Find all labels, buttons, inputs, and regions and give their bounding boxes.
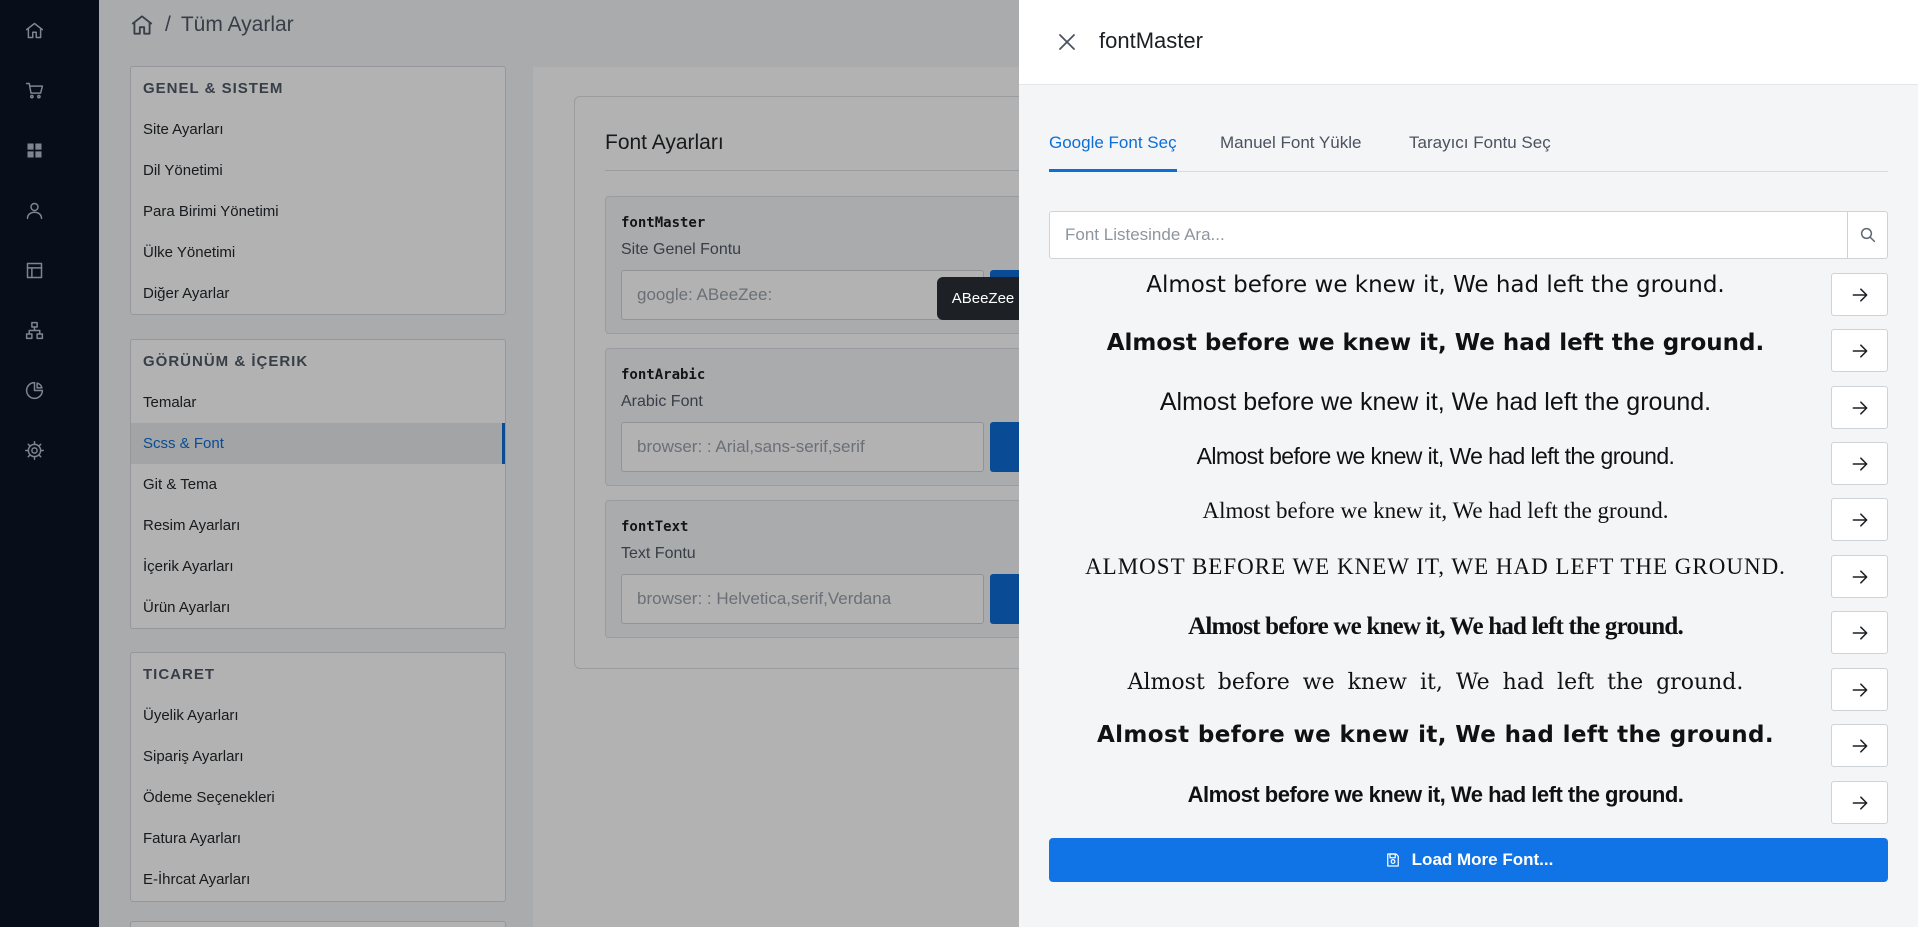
drawer-header: fontMaster <box>1019 0 1918 85</box>
close-icon[interactable] <box>1055 30 1079 54</box>
font-sample-3[interactable]: Almost before we knew it, We had left th… <box>1049 388 1822 417</box>
font-sample-4[interactable]: Almost before we knew it, We had left th… <box>1049 443 1822 470</box>
arrow-right-icon[interactable] <box>1831 555 1888 598</box>
font-name-tooltip: ABeeZee <box>937 277 1036 320</box>
load-more-button[interactable]: Load More Font... <box>1049 838 1888 882</box>
font-sample-8[interactable]: Almost before we knew it, We had left th… <box>1049 670 1822 695</box>
font-sample-6[interactable]: Almost before we knew it, We had left th… <box>1049 554 1822 580</box>
load-more-label: Load More Font... <box>1411 850 1554 869</box>
tab-google-font[interactable]: Google Font Seç <box>1049 133 1177 172</box>
arrow-right-icon[interactable] <box>1831 498 1888 541</box>
search-icon[interactable] <box>1848 211 1888 259</box>
font-picker-drawer: fontMaster Google Font Seç Manuel Font Y… <box>1019 0 1918 927</box>
tab-bar: Google Font Seç Manuel Font Yükle Tarayı… <box>1049 133 1888 172</box>
font-search-input[interactable] <box>1049 211 1848 259</box>
font-sample-10[interactable]: Almost before we knew it, We had left th… <box>1049 782 1822 808</box>
font-sample-1[interactable]: Almost before we knew it, We had left th… <box>1049 272 1822 298</box>
font-sample-7[interactable]: Almost before we knew it, We had left th… <box>1049 613 1822 641</box>
font-sample-2[interactable]: Almost before we knew it, We had left th… <box>1049 330 1822 356</box>
arrow-right-icon[interactable] <box>1831 386 1888 429</box>
arrow-right-icon[interactable] <box>1831 273 1888 316</box>
arrow-right-icon[interactable] <box>1831 781 1888 824</box>
tab-browser-font[interactable]: Tarayıcı Fontu Seç <box>1409 133 1551 172</box>
arrow-right-icon[interactable] <box>1831 668 1888 711</box>
save-icon <box>1386 853 1399 867</box>
arrow-right-icon[interactable] <box>1831 724 1888 767</box>
font-sample-5[interactable]: Almost before we knew it, We had left th… <box>1049 498 1822 524</box>
arrow-right-icon[interactable] <box>1831 442 1888 485</box>
drawer-title: fontMaster <box>1099 28 1203 53</box>
font-sample-9[interactable]: Almost before we knew it, We had left th… <box>1049 722 1822 748</box>
arrow-right-icon[interactable] <box>1831 611 1888 654</box>
tab-manual-font[interactable]: Manuel Font Yükle <box>1220 133 1361 172</box>
arrow-right-icon[interactable] <box>1831 329 1888 372</box>
